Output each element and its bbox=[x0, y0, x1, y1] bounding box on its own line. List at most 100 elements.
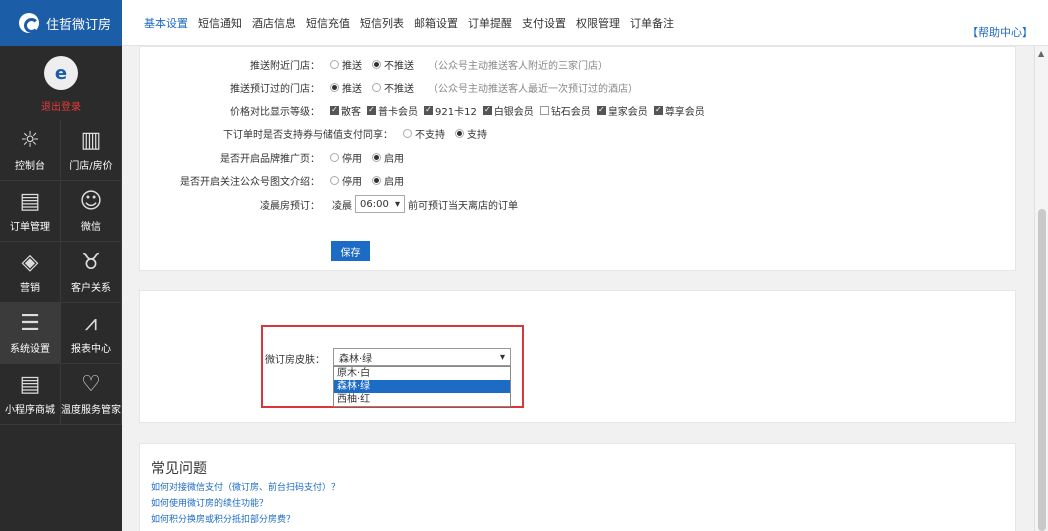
tab-email[interactable]: 邮箱设置 bbox=[414, 15, 458, 31]
radio-disable[interactable]: 停用 bbox=[330, 173, 362, 188]
avatar[interactable]: e bbox=[44, 56, 78, 90]
logout-link[interactable]: 退出登录 bbox=[0, 98, 122, 113]
faq-title: 常见问题 bbox=[151, 461, 207, 477]
radio-support[interactable]: 支持 bbox=[455, 126, 487, 141]
field-label: 是否开启品牌推广页： bbox=[220, 153, 320, 165]
order-icon: ▤ bbox=[19, 188, 41, 214]
sidebar-item-orders[interactable]: ▤ 订单管理 bbox=[0, 181, 61, 242]
chevron-down-icon: ▾ bbox=[394, 198, 400, 210]
hint-text: （公众号主动推送客人附近的三家门店） bbox=[428, 60, 608, 72]
sidebar-item-stores[interactable]: ▥ 门店/房价 bbox=[61, 120, 122, 181]
tab-basic[interactable]: 基本设置 bbox=[144, 15, 188, 31]
skin-panel: 微订房皮肤： 森林·绿 ▾ 原木·白 森林·绿 西柚·红 bbox=[139, 290, 1016, 423]
sidebar-item-label: 营销 bbox=[20, 282, 40, 294]
skin-option[interactable]: 原木·白 bbox=[334, 367, 510, 380]
faq-panel: 常见问题 如何对接微信支付（微订房、前台扫码支付）？ 如何使用微订房的续住功能？… bbox=[139, 443, 1016, 531]
sidebar-item-dashboard[interactable]: ☼ 控制台 bbox=[0, 120, 61, 181]
sidebar-item-label: 订单管理 bbox=[10, 221, 50, 233]
sidebar-item-wechat[interactable]: ☺ 微信 bbox=[61, 181, 122, 242]
hint-text: （公众号主动推送客人最近一次预订过的酒店） bbox=[428, 83, 638, 95]
faq-link[interactable]: 如何使用微订房的续住功能？ bbox=[151, 496, 268, 509]
checkbox-level[interactable]: ✓ 尊享会员 bbox=[653, 103, 705, 118]
sidebar-item-label: 客户关系 bbox=[71, 282, 111, 294]
row-brand-page: 是否开启品牌推广页： 停用 启用 bbox=[140, 149, 404, 165]
checkbox-level[interactable]: ✓ 皇家会员 bbox=[596, 103, 648, 118]
sidebar-item-marketing[interactable]: ◈ 营销 bbox=[0, 242, 61, 303]
tab-order-reminder[interactable]: 订单提醒 bbox=[468, 15, 512, 31]
radio-enable[interactable]: 启用 bbox=[372, 150, 404, 165]
checkbox-level[interactable]: ✓ 普卡会员 bbox=[367, 103, 418, 118]
sidebar: 住哲微订房 e 退出登录 ☼ 控制台 ▥ 门店/房价 ▤ 订单管理 ☺ 微信 ◈ 营销 ♉… bbox=[0, 0, 122, 531]
scrollbar[interactable]: ▲ bbox=[1034, 46, 1048, 531]
main-content: 推送附近门店： 推送 不推送 （公众号主动推送客人附近的三家门店） 推送预订过的… bbox=[122, 46, 1034, 531]
sidebar-item-label: 报表中心 bbox=[71, 343, 111, 355]
tab-permissions[interactable]: 权限管理 bbox=[576, 15, 620, 31]
skin-dropdown-list: 原木·白 森林·绿 西柚·红 bbox=[333, 366, 511, 407]
skin-select[interactable]: 森林·绿 ▾ bbox=[333, 348, 511, 366]
scroll-up-icon[interactable]: ▲ bbox=[1038, 49, 1044, 58]
hand-heart-icon: ♡ bbox=[81, 371, 101, 397]
sidebar-item-miniapp[interactable]: ▤ 小程序商城 bbox=[0, 364, 61, 425]
tab-sms-notify[interactable]: 短信通知 bbox=[198, 15, 242, 31]
radio-push[interactable]: 推送 bbox=[330, 57, 362, 72]
radio-not-support[interactable]: 不支持 bbox=[403, 126, 445, 141]
sidebar-item-crm[interactable]: ♉ 客户关系 bbox=[61, 242, 122, 303]
faq-link[interactable]: 如何积分换房或积分抵扣部分房费？ bbox=[151, 512, 295, 525]
sidebar-item-label: 温度服务管家 bbox=[61, 404, 121, 416]
time-select[interactable]: 06:00 ▾ bbox=[355, 195, 405, 213]
sliders-icon: ☰ bbox=[20, 310, 40, 336]
skin-label: 微订房皮肤： bbox=[265, 355, 325, 366]
settings-panel: 推送附近门店： 推送 不推送 （公众号主动推送客人附近的三家门店） 推送预订过的… bbox=[139, 46, 1016, 271]
sidebar-item-label: 小程序商城 bbox=[5, 404, 55, 416]
dawn-prefix: 凌晨 bbox=[332, 200, 352, 212]
tab-payment[interactable]: 支付设置 bbox=[522, 15, 566, 31]
field-label: 是否开启关注公众号图文介绍： bbox=[180, 176, 320, 188]
help-center-link[interactable]: 【帮助中心】 bbox=[967, 24, 1033, 40]
row-price-levels: 价格对比显示等级： ✓ 散客 ✓ 普卡会员 ✓ 921卡12 ✓ 白银会员 钻石会员 ✓… bbox=[140, 102, 705, 118]
scrollbar-thumb[interactable] bbox=[1038, 209, 1046, 531]
dawn-suffix: 前可预订当天离店的订单 bbox=[408, 200, 518, 212]
building-icon: ▥ bbox=[80, 127, 102, 153]
logo-icon bbox=[19, 13, 39, 33]
skin-option[interactable]: 森林·绿 bbox=[334, 380, 510, 393]
sidebar-item-label: 系统设置 bbox=[10, 343, 50, 355]
checkbox-level[interactable]: 钻石会员 bbox=[539, 103, 591, 118]
row-follow-intro: 是否开启关注公众号图文介绍： 停用 启用 bbox=[140, 172, 404, 188]
radio-no-push[interactable]: 不推送 bbox=[372, 80, 414, 95]
field-label: 推送预订过的门店： bbox=[230, 83, 320, 95]
app-title: 住哲微订房 bbox=[46, 17, 112, 33]
skin-option[interactable]: 西柚·红 bbox=[334, 393, 510, 406]
row-coupon: 下订单时是否支持券与储值支付同享： 不支持 支持 bbox=[140, 125, 487, 141]
row-push-nearby: 推送附近门店： 推送 不推送 （公众号主动推送客人附近的三家门店） bbox=[140, 56, 608, 72]
row-push-booked: 推送预订过的门店： 推送 不推送 （公众号主动推送客人最近一次预订过的酒店） bbox=[140, 79, 638, 95]
tab-hotel-info[interactable]: 酒店信息 bbox=[252, 15, 296, 31]
faq-link[interactable]: 如何对接微信支付（微订房、前台扫码支付）？ bbox=[151, 480, 340, 493]
checkbox-level[interactable]: ✓ 散客 bbox=[330, 103, 361, 118]
wechat-icon: ☺ bbox=[79, 188, 103, 214]
radio-enable[interactable]: 启用 bbox=[372, 173, 404, 188]
field-label: 凌晨房预订： bbox=[260, 200, 320, 212]
sidebar-item-reports[interactable]: ⩘ 报表中心 bbox=[61, 303, 122, 364]
sidebar-item-service[interactable]: ♡ 温度服务管家 bbox=[61, 364, 122, 425]
radio-push[interactable]: 推送 bbox=[330, 80, 362, 95]
sidebar-item-settings[interactable]: ☰ 系统设置 bbox=[0, 303, 61, 364]
tab-sms-list[interactable]: 短信列表 bbox=[360, 15, 404, 31]
tab-sms-recharge[interactable]: 短信充值 bbox=[306, 15, 350, 31]
field-label: 价格对比显示等级： bbox=[230, 106, 320, 118]
dashboard-icon: ☼ bbox=[20, 127, 40, 153]
sidebar-item-label: 控制台 bbox=[15, 160, 45, 172]
row-dawn-booking: 凌晨房预订： 凌晨 06:00 ▾ 前可预订当天离店的订单 bbox=[140, 194, 518, 214]
radio-no-push[interactable]: 不推送 bbox=[372, 57, 414, 72]
field-label: 下订单时是否支持券与储值支付同享： bbox=[223, 129, 393, 141]
tab-order-notes[interactable]: 订单备注 bbox=[630, 15, 674, 31]
checkbox-level[interactable]: ✓ 921卡12 bbox=[424, 103, 477, 118]
sidebar-item-label: 门店/房价 bbox=[69, 160, 113, 172]
sale-tag-icon: ◈ bbox=[21, 249, 39, 275]
app-logo[interactable]: 住哲微订房 bbox=[0, 0, 122, 46]
checkbox-level[interactable]: ✓ 白银会员 bbox=[482, 103, 534, 118]
chart-icon: ⩘ bbox=[84, 310, 98, 336]
radio-disable[interactable]: 停用 bbox=[330, 150, 362, 165]
sidebar-item-label: 微信 bbox=[81, 221, 101, 233]
save-button[interactable]: 保存 bbox=[331, 241, 370, 261]
top-tabs: 基本设置 短信通知 酒店信息 短信充值 短信列表 邮箱设置 订单提醒 支付设置 … bbox=[122, 0, 1048, 46]
